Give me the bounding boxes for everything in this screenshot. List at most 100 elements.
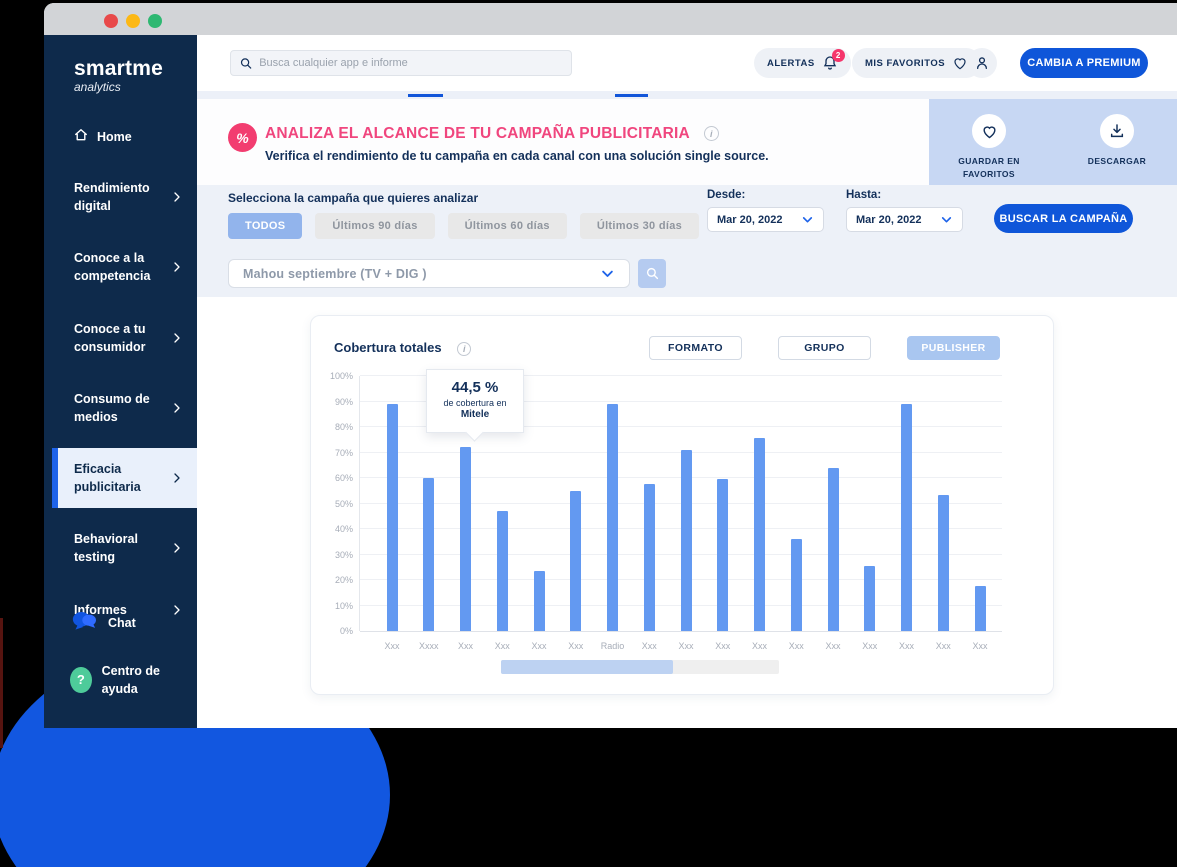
- chip--ltimos-60-d-as[interactable]: Últimos 60 días: [448, 213, 567, 239]
- global-search[interactable]: [230, 50, 572, 76]
- sidebar-footer-chat[interactable]: Chat: [44, 597, 197, 650]
- bar-radio-6[interactable]: [607, 404, 618, 631]
- x-axis-label: Xxx: [850, 641, 890, 651]
- campaign-search-button[interactable]: [638, 259, 666, 288]
- y-axis-tick: 10%: [319, 601, 353, 611]
- toggle-grupo[interactable]: GRUPO: [778, 336, 871, 360]
- sidebar-item-conoce-a-tu-consumidor[interactable]: Conoce a tu consumidor: [44, 308, 197, 368]
- sidebar-footer-centro-de-ayuda[interactable]: ? Centro de ayuda: [44, 650, 197, 710]
- gridline: [360, 631, 1002, 632]
- app-window: smartme analytics HomeRendimiento digita…: [44, 3, 1177, 728]
- alerts-badge: 2: [832, 49, 845, 62]
- bar-xxx-16[interactable]: [975, 586, 986, 631]
- bar-xxx-10[interactable]: [754, 438, 765, 631]
- heart-icon: [952, 55, 968, 71]
- bar-xxx-14[interactable]: [901, 404, 912, 631]
- alerts-button[interactable]: ALERTAS 2: [754, 48, 851, 78]
- page-header: % ANALIZA EL ALCANCE DE TU CAMPAÑA PUBLI…: [197, 99, 1177, 185]
- date-from-value: Mar 20, 2022: [717, 214, 782, 226]
- sidebar-item-label: Eficacia publicitaria: [74, 460, 166, 496]
- topbar: ALERTAS 2 MIS FAVORITOS CAMBIA A PREMIUM: [197, 35, 1177, 91]
- bar-xxx-5[interactable]: [570, 491, 581, 631]
- page-subtitle: Verifica el rendimiento de tu campaña en…: [265, 149, 769, 163]
- chevron-down-icon: [801, 213, 814, 226]
- x-axis-label: Xxx: [482, 641, 522, 651]
- info-icon[interactable]: i: [704, 126, 719, 141]
- chart-zone: Cobertura totales i FORMATOGRUPOPUBLISHE…: [197, 297, 1177, 728]
- search-icon: [646, 267, 659, 280]
- bar-xxx-7[interactable]: [644, 484, 655, 631]
- tooltip-publisher: Mitele: [427, 409, 523, 420]
- date-to-select[interactable]: Mar 20, 2022: [846, 207, 963, 232]
- close-window-dot[interactable]: [104, 14, 118, 28]
- minimize-window-dot[interactable]: [126, 14, 140, 28]
- sidebar-item-rendimiento-digital[interactable]: Rendimiento digital: [44, 167, 197, 227]
- chip--ltimos-30-d-as[interactable]: Últimos 30 días: [580, 213, 699, 239]
- filters-section: Selecciona la campaña que quieres analiz…: [197, 185, 1177, 297]
- chevron-right-icon: [171, 472, 183, 484]
- chat-icon: [70, 609, 98, 638]
- action-label: GUARDAR EN FAVORITOS: [947, 155, 1031, 181]
- x-axis-label: Xxxx: [409, 641, 449, 651]
- x-axis-label: Xxx: [960, 641, 1000, 651]
- alerts-label: ALERTAS: [767, 58, 815, 69]
- sidebar-item-conoce-a-la-competencia[interactable]: Conoce a la competencia: [44, 237, 197, 297]
- search-input[interactable]: [259, 57, 562, 69]
- left-edge-accent: [0, 618, 3, 748]
- date-from-select[interactable]: Mar 20, 2022: [707, 207, 824, 232]
- x-axis-label: Xxx: [813, 641, 853, 651]
- maximize-window-dot[interactable]: [148, 14, 162, 28]
- help-icon: ?: [70, 667, 92, 693]
- bar-xxxx-1[interactable]: [423, 478, 434, 631]
- chip--ltimos-90-d-as[interactable]: Últimos 90 días: [315, 213, 434, 239]
- bar-xxx-11[interactable]: [791, 539, 802, 631]
- campaign-select[interactable]: Mahou septiembre (TV + DIG ): [228, 259, 630, 288]
- bar-xxx-3[interactable]: [497, 511, 508, 631]
- download-icon: [1100, 114, 1134, 148]
- favorites-button[interactable]: MIS FAVORITOS: [852, 48, 981, 78]
- bar-xxx-8[interactable]: [681, 450, 692, 631]
- search-campaign-button[interactable]: BUSCAR LA CAMPAÑA: [994, 204, 1133, 233]
- bar-xxx-15[interactable]: [938, 495, 949, 631]
- heart-icon: [972, 114, 1006, 148]
- chevron-down-icon: [940, 213, 953, 226]
- toggle-formato[interactable]: FORMATO: [649, 336, 742, 360]
- info-icon[interactable]: i: [457, 342, 471, 356]
- y-axis-tick: 50%: [319, 499, 353, 509]
- bar-xxx-12[interactable]: [828, 468, 839, 631]
- chart-scrollbar[interactable]: [501, 660, 779, 674]
- sidebar-item-label: Behavioral testing: [74, 530, 166, 566]
- home-icon: [74, 128, 88, 147]
- user-profile-button[interactable]: [967, 48, 997, 78]
- x-axis-label: Xxx: [740, 641, 780, 651]
- sidebar: smartme analytics HomeRendimiento digita…: [44, 35, 197, 728]
- campaign-select-label: Selecciona la campaña que quieres analiz…: [228, 191, 478, 205]
- download-button[interactable]: DESCARGAR: [1075, 114, 1159, 185]
- campaign-category-icon: %: [228, 123, 257, 152]
- date-to-group: Hasta: Mar 20, 2022: [846, 189, 963, 232]
- chart-scrollbar-thumb[interactable]: [501, 660, 673, 674]
- chevron-right-icon: [171, 191, 183, 203]
- y-axis-tick: 20%: [319, 575, 353, 585]
- chart-tooltip: 44,5 % de cobertura en Mitele: [426, 369, 524, 433]
- bar-xxx-2[interactable]: [460, 447, 471, 631]
- bar-xxx-13[interactable]: [864, 566, 875, 631]
- sidebar-item-eficacia-publicitaria[interactable]: Eficacia publicitaria: [52, 448, 197, 508]
- sidebar-item-consumo-de-medios[interactable]: Consumo de medios: [44, 378, 197, 438]
- sidebar-footer-label: Centro de ayuda: [102, 662, 183, 698]
- bar-xxx-4[interactable]: [534, 571, 545, 631]
- chip-todos[interactable]: TODOS: [228, 213, 302, 239]
- premium-upgrade-button[interactable]: CAMBIA A PREMIUM: [1020, 48, 1148, 78]
- date-from-label: Desde:: [707, 189, 824, 201]
- sidebar-item-behavioral-testing[interactable]: Behavioral testing: [44, 518, 197, 578]
- toggle-publisher[interactable]: PUBLISHER: [907, 336, 1000, 360]
- tooltip-value: 44,5 %: [427, 379, 523, 396]
- bar-xxx-0[interactable]: [387, 404, 398, 631]
- save-to-favorites-button[interactable]: GUARDAR EN FAVORITOS: [947, 114, 1031, 185]
- tab-indicator: [615, 94, 648, 97]
- main-content: % ANALIZA EL ALCANCE DE TU CAMPAÑA PUBLI…: [197, 91, 1177, 728]
- sidebar-item-home[interactable]: Home: [44, 116, 197, 159]
- bar-xxx-9[interactable]: [717, 479, 728, 631]
- sidebar-nav: Home Rendimiento digital Conoce a la compe…: [44, 116, 197, 631]
- y-axis-tick: 60%: [319, 473, 353, 483]
